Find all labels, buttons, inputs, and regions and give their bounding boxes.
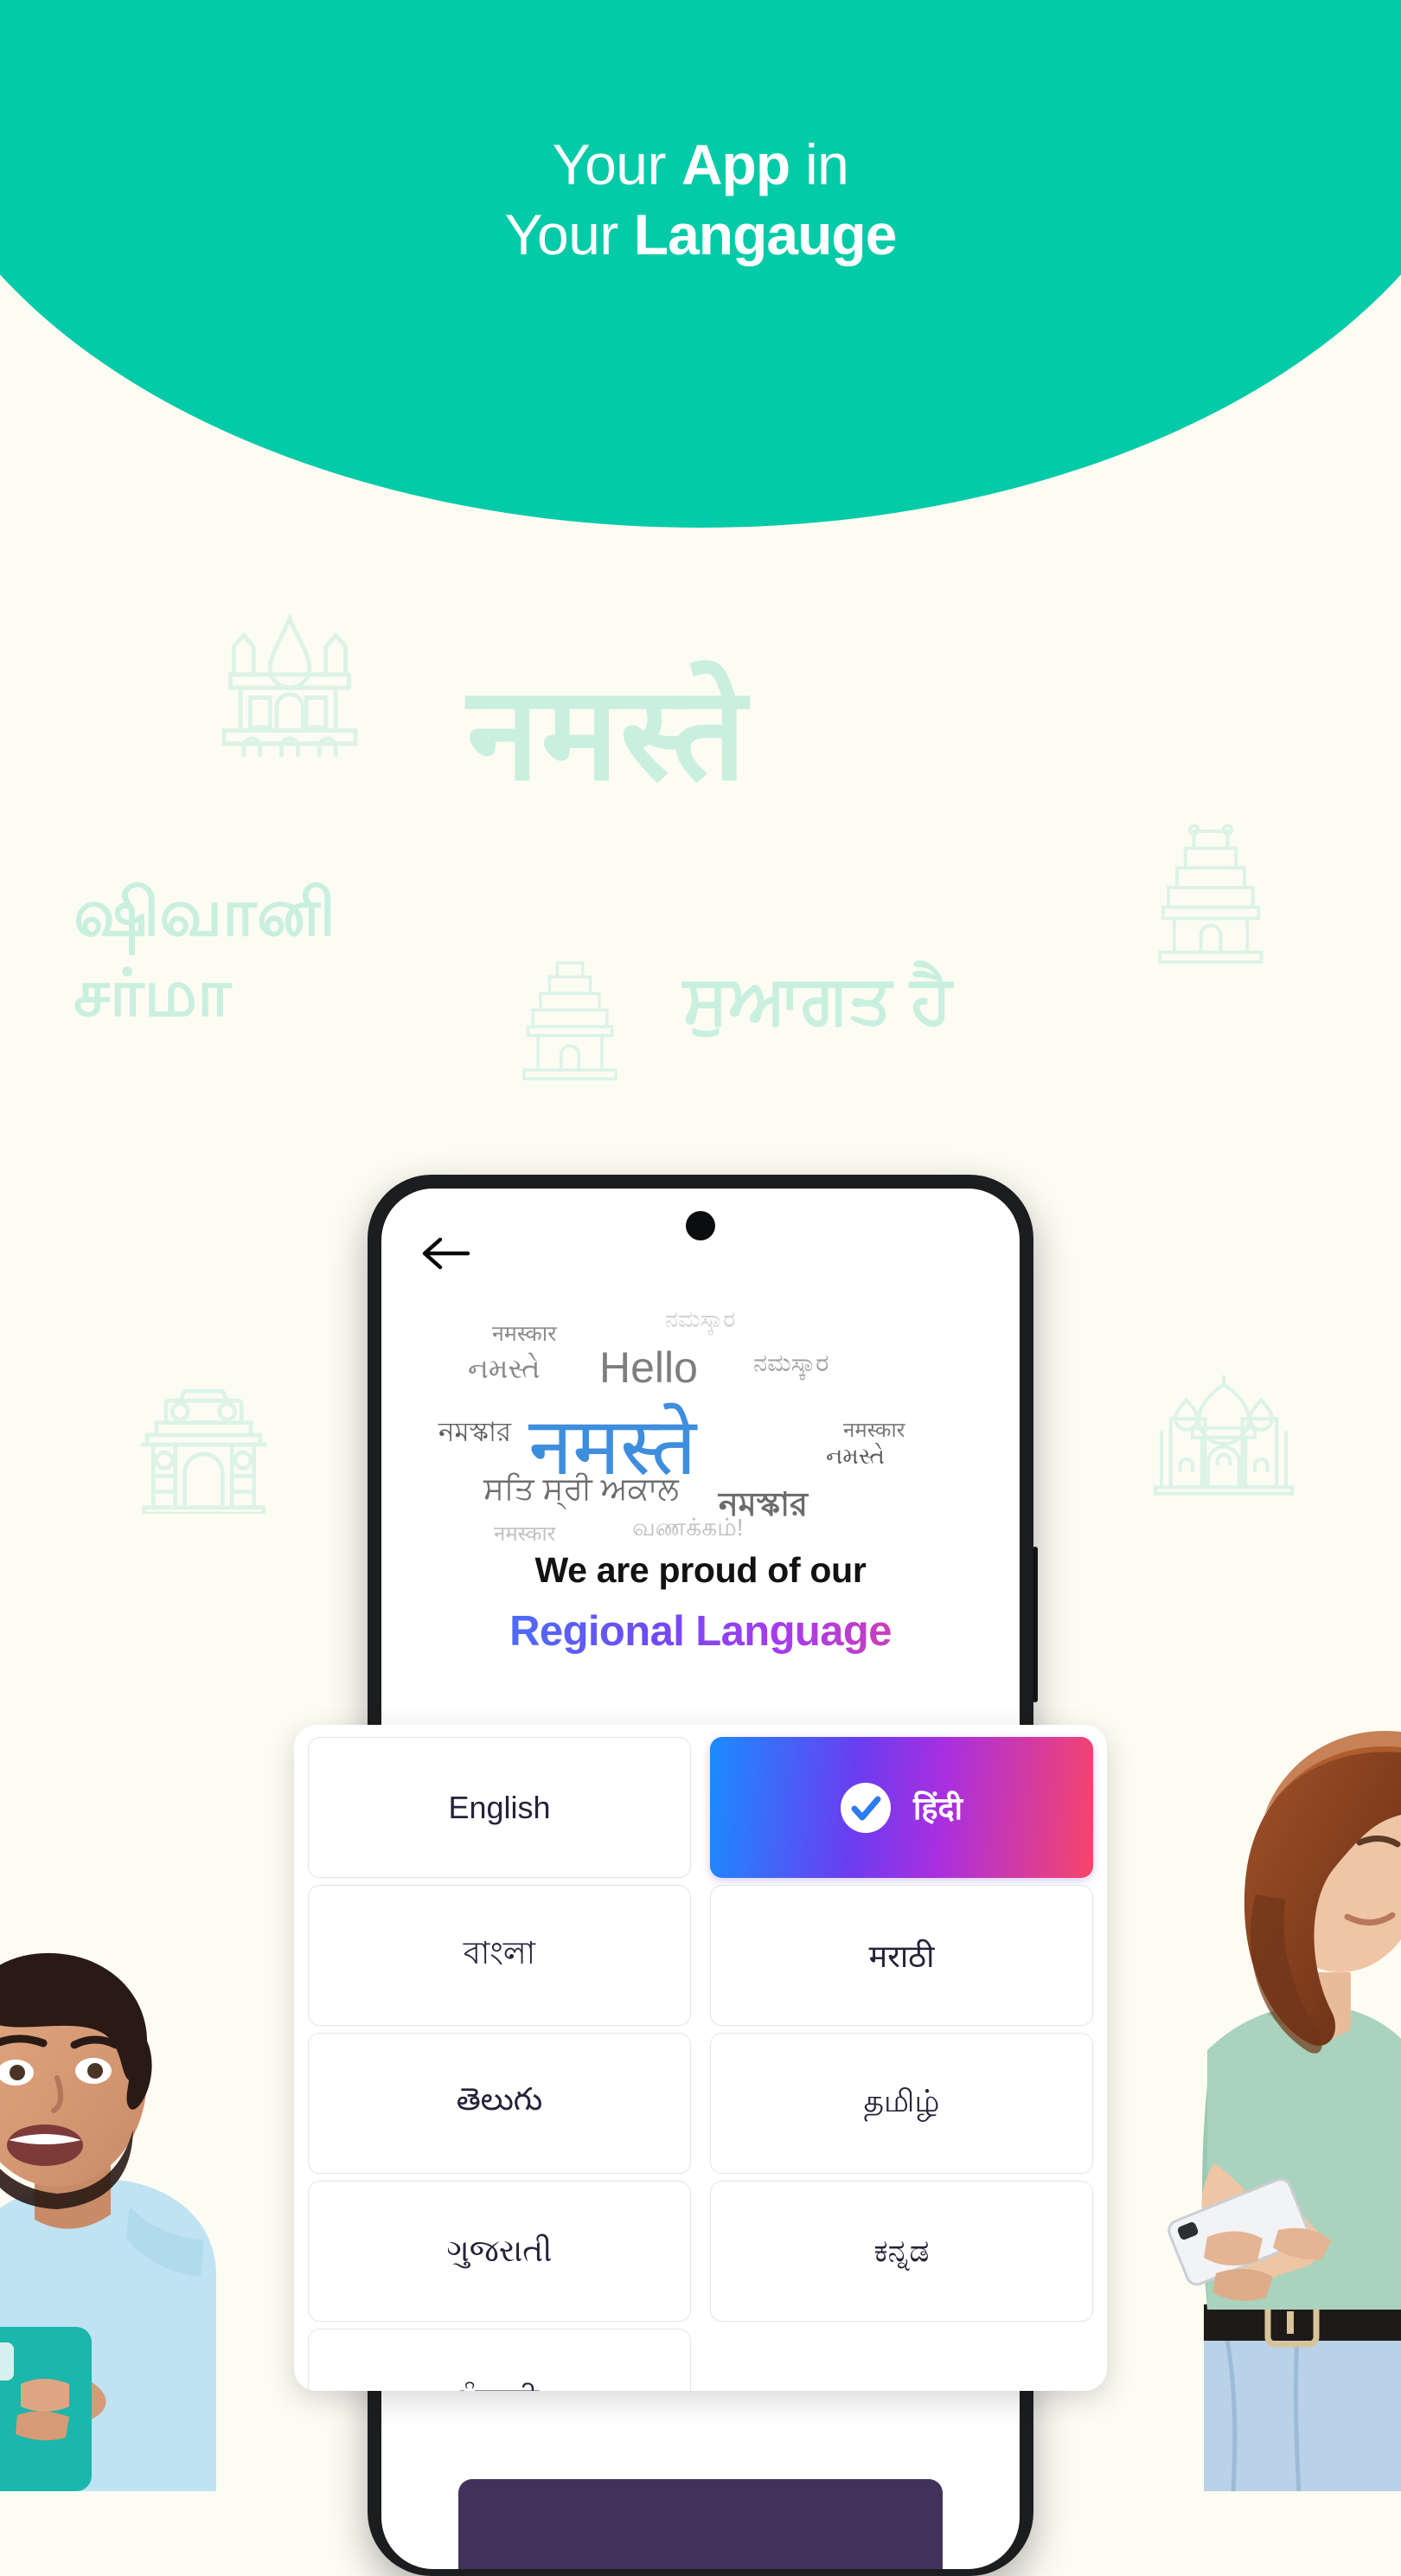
greeting-word-cloud: नमस्कार ನಮಸ್ಕಾರ ನಮಸ್ಕಾರ નમસ્તે Hello নমস… (381, 1303, 1020, 1546)
language-selection-sheet: English हिंदी বাংলা मराठी తెలుగు தமிழ் ગ… (294, 1725, 1107, 2391)
wordcloud-item: Hello (599, 1343, 698, 1392)
phone-power-button[interactable] (1033, 1547, 1038, 1702)
hero-headline-line-1: Your App in (0, 130, 1401, 200)
taj-mahal-icon (1153, 1375, 1295, 1496)
hero-line1-pre: Your (552, 132, 681, 196)
hero-headline-line-2: Your Langauge (0, 200, 1401, 270)
language-label: ગુજરાતી (446, 2233, 553, 2268)
language-label: ಕನ್ನಡ (873, 2233, 930, 2268)
india-gate-icon (140, 1388, 267, 1514)
language-label: తెలుగు (456, 2081, 543, 2117)
gopuram-temple-small-icon (522, 961, 617, 1081)
decor-word-shivani-sharma: ஷிவானி சர்மா (74, 876, 336, 1030)
wordcloud-item: नमस्कार (494, 1522, 556, 1546)
wordcloud-item: नमस्कार (843, 1419, 905, 1442)
wordcloud-item: नमस्कार (492, 1322, 557, 1346)
wordcloud-item: নমস্কার (438, 1417, 512, 1447)
mosque-icon (221, 613, 358, 757)
language-grid-spacer (710, 2329, 1093, 2391)
wordcloud-item: નમસ્તે (826, 1443, 885, 1469)
wordcloud-item: ನಮಸ್ಕಾರ (753, 1349, 829, 1377)
hero-headline: Your App in Your Langauge (0, 130, 1401, 269)
check-circle-icon (841, 1782, 892, 1833)
decor-word-swagat-hai: ਸੁਆਗਤ ਹੈ (683, 961, 952, 1037)
hero-line2-pre: Your (504, 202, 634, 266)
regional-text: Regional Language (381, 1607, 1020, 1656)
language-option-marathi[interactable]: मराठी (710, 1885, 1093, 2026)
continue-button[interactable] (458, 2479, 943, 2569)
decor-word-namaste: नमस्ते (467, 661, 748, 806)
wordcloud-primary: नमस्ते (528, 1403, 697, 1491)
wordcloud-item: ನಮಸ್ಕಾರ (665, 1306, 736, 1332)
language-option-hindi[interactable]: हिंदी (710, 1737, 1093, 1878)
language-label: मराठी (868, 1938, 935, 1974)
photo-woman-with-phone (1124, 1713, 1401, 2491)
language-option-tamil[interactable]: தமிழ் (710, 2033, 1093, 2174)
gopuram-temple-icon (1158, 823, 1263, 964)
proud-text: We are proud of our (534, 1550, 867, 1590)
language-label: हिंदी (913, 1791, 963, 1826)
language-label: ਪੰਜਾਬੀ (460, 2381, 538, 2391)
photo-man-with-phone (0, 1894, 294, 2491)
language-option-punjabi[interactable]: ਪੰਜਾਬੀ (308, 2329, 691, 2391)
language-label: தமிழ் (863, 2083, 940, 2118)
language-option-gujarati[interactable]: ગુજરાતી (308, 2181, 691, 2322)
wordcloud-item: નમસ્તે (468, 1353, 541, 1384)
language-option-english[interactable]: English (308, 1737, 691, 1878)
language-option-bengali[interactable]: বাংলা (308, 1885, 691, 2026)
hero-line1-bold: App (681, 132, 790, 196)
back-arrow-icon[interactable] (419, 1234, 473, 1273)
language-label: English (448, 1789, 551, 1825)
phone-front-camera (686, 1211, 715, 1240)
wordcloud-item: வணக்கம்! (632, 1514, 744, 1541)
hero-line1-post: in (790, 132, 849, 196)
language-option-kannada[interactable]: ಕನ್ನಡ (710, 2181, 1093, 2322)
hero-line2-bold: Langauge (633, 202, 898, 266)
language-option-telugu[interactable]: తెలుగు (308, 2033, 691, 2174)
language-label: বাংলা (463, 1934, 536, 1970)
